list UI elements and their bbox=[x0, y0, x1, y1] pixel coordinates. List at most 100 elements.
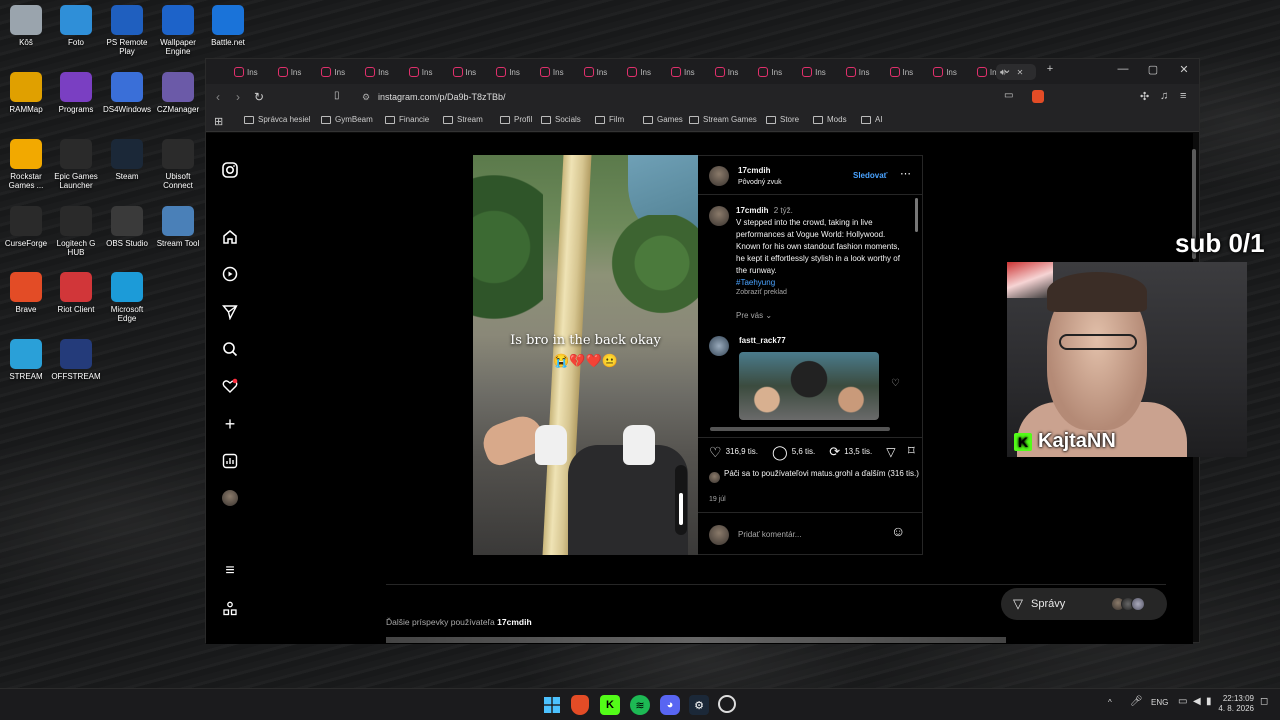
new-tab-button[interactable]: + bbox=[1041, 63, 1059, 75]
desktop-shortcut[interactable]: OBS Studio bbox=[101, 206, 153, 248]
bookmark-item[interactable]: Stream bbox=[443, 115, 483, 124]
author-username[interactable]: 17cmdih bbox=[738, 165, 770, 177]
browser-tab[interactable]: Ins bbox=[230, 64, 270, 80]
browser-tab[interactable]: Ins bbox=[274, 64, 314, 80]
desktop-shortcut[interactable]: Brave bbox=[0, 272, 52, 314]
desktop-shortcut[interactable]: CurseForge bbox=[0, 206, 52, 248]
more-options-icon[interactable]: ⋯ bbox=[900, 168, 911, 180]
close-tab-icon[interactable]: ✕ bbox=[1017, 68, 1024, 77]
bookmark-item[interactable]: Stream Games bbox=[689, 115, 757, 124]
browser-tab[interactable]: Ins bbox=[711, 64, 751, 80]
menu-icon[interactable]: ≡ bbox=[1180, 90, 1186, 102]
back-icon[interactable]: ‹ bbox=[216, 90, 220, 104]
start-button[interactable] bbox=[542, 695, 562, 715]
spotify-taskbar-icon[interactable]: ≋ bbox=[630, 695, 650, 715]
reload-icon[interactable]: ↻ bbox=[254, 90, 264, 104]
desktop-shortcut[interactable]: Kôš bbox=[0, 5, 52, 47]
browser-tab[interactable]: Ins bbox=[492, 64, 532, 80]
browser-tab[interactable]: Ins bbox=[361, 64, 401, 80]
like-button[interactable]: ♡ 316,9 tis. bbox=[709, 445, 758, 459]
comment-input[interactable]: Pridať komentár... bbox=[738, 529, 801, 541]
follow-button[interactable]: Sledovať bbox=[853, 170, 888, 182]
author-avatar[interactable] bbox=[709, 166, 729, 186]
browser-tab[interactable]: Ins bbox=[449, 64, 489, 80]
desktop-shortcut[interactable]: Ubisoft Connect bbox=[152, 139, 204, 190]
browser-tab[interactable]: Ins bbox=[929, 64, 969, 80]
site-info-icon[interactable]: ⚙ bbox=[362, 88, 370, 106]
suggested-username[interactable]: fastt_rack77 bbox=[739, 335, 786, 347]
bookmark-icon[interactable]: ▯ bbox=[334, 90, 340, 101]
suggested-post-image[interactable] bbox=[739, 352, 879, 420]
bookmark-item[interactable]: Socials bbox=[541, 115, 581, 124]
liked-by-text[interactable]: Páči sa to používateľovi matus.grohl a ď… bbox=[724, 468, 919, 479]
extensions-icon[interactable]: ✣ bbox=[1140, 90, 1149, 103]
profile-avatar[interactable] bbox=[221, 489, 239, 507]
more-menu-icon[interactable]: ≡ bbox=[221, 562, 239, 580]
notifications-icon[interactable]: ◻ bbox=[1260, 696, 1268, 707]
desktop-shortcut[interactable]: Microsoft Edge bbox=[101, 272, 153, 323]
desktop-shortcut[interactable]: Logitech G HUB bbox=[50, 206, 102, 257]
bookmark-item[interactable]: Store bbox=[766, 115, 799, 124]
bookmark-item[interactable]: GymBeam bbox=[321, 115, 373, 124]
audio-label[interactable]: Pôvodný zvuk bbox=[738, 177, 782, 189]
tab-search-icon[interactable]: ⌄ bbox=[998, 63, 1016, 76]
browser-tab[interactable]: Ins bbox=[886, 64, 926, 80]
more-posts-user[interactable]: 17cmdih bbox=[497, 617, 532, 627]
browser-tab[interactable]: Ins bbox=[580, 64, 620, 80]
translate-link[interactable]: Zobraziť preklad bbox=[736, 287, 787, 299]
direct-messages-icon[interactable] bbox=[221, 303, 239, 321]
apps-grid-icon[interactable]: ⊞ bbox=[214, 115, 223, 128]
desktop-shortcut[interactable]: CZManager bbox=[152, 72, 204, 114]
volume-slider[interactable] bbox=[675, 465, 687, 535]
desktop-shortcut[interactable]: Battle.net bbox=[202, 5, 254, 47]
desktop-shortcut[interactable]: Rockstar Games ... bbox=[0, 139, 52, 190]
language-indicator[interactable]: ENG bbox=[1151, 698, 1168, 707]
volume-icon[interactable]: ◀ bbox=[1193, 696, 1201, 707]
create-icon[interactable]: + bbox=[221, 414, 239, 434]
kick-taskbar-icon[interactable]: K bbox=[600, 695, 620, 715]
discord-taskbar-icon[interactable]: ◕ bbox=[660, 695, 680, 715]
home-icon[interactable] bbox=[221, 228, 239, 246]
forward-icon[interactable]: › bbox=[236, 90, 240, 104]
browser-tab[interactable]: Ins bbox=[623, 64, 663, 80]
brave-taskbar-icon[interactable] bbox=[571, 695, 589, 715]
desktop-shortcut[interactable]: Wallpaper Engine bbox=[152, 5, 204, 56]
url-field[interactable]: ⚙ instagram.com/p/Da9b-T8zTBb/ bbox=[358, 88, 1038, 106]
meta-apps-icon[interactable] bbox=[221, 600, 239, 618]
browser-tab[interactable]: Ins bbox=[317, 64, 357, 80]
browser-tab[interactable]: Ins bbox=[842, 64, 882, 80]
notifications-heart-icon[interactable] bbox=[221, 377, 239, 395]
comments-scrollbar[interactable] bbox=[915, 198, 918, 232]
caption-username[interactable]: 17cmdih bbox=[736, 206, 768, 215]
bookmark-item[interactable]: Games bbox=[643, 115, 683, 124]
browser-tab[interactable]: Ins bbox=[798, 64, 838, 80]
network-icon[interactable]: ▭ bbox=[1178, 696, 1187, 707]
bookmark-item[interactable]: Správca hesiel bbox=[244, 115, 310, 124]
comment-like-icon[interactable]: ♡ bbox=[891, 378, 900, 390]
bookmark-item[interactable]: Financie bbox=[385, 115, 429, 124]
bookmark-item[interactable]: Film bbox=[595, 115, 624, 124]
bookmark-item[interactable]: Mods bbox=[813, 115, 847, 124]
horizontal-scrollbar[interactable] bbox=[710, 427, 890, 431]
clock[interactable]: 22:13:09 4. 8. 2026 bbox=[1218, 694, 1254, 714]
more-posts-grid-preview[interactable] bbox=[386, 637, 1006, 643]
browser-tab[interactable]: Ins bbox=[754, 64, 794, 80]
desktop-shortcut[interactable]: STREAM bbox=[0, 339, 52, 381]
media-icon[interactable]: ♫ bbox=[1160, 90, 1168, 102]
bookmark-item[interactable]: Profil bbox=[500, 115, 532, 124]
dashboard-icon[interactable] bbox=[221, 452, 239, 470]
save-icon[interactable]: ⌑ bbox=[908, 444, 915, 457]
microphone-icon[interactable]: 🎤︎ bbox=[1130, 696, 1143, 707]
browser-tab[interactable]: Ins bbox=[667, 64, 707, 80]
desktop-shortcut[interactable]: OFFSTREAM bbox=[50, 339, 102, 381]
desktop-shortcut[interactable]: Foto bbox=[50, 5, 102, 47]
emoji-icon[interactable]: ☺ bbox=[891, 524, 905, 538]
search-icon[interactable] bbox=[221, 340, 239, 358]
tray-overflow-icon[interactable]: ^ bbox=[1108, 698, 1112, 707]
desktop-shortcut[interactable]: Epic Games Launcher bbox=[50, 139, 102, 190]
cast-icon[interactable]: ▭ bbox=[1004, 90, 1013, 101]
share-icon[interactable]: ▽ bbox=[886, 446, 895, 458]
minimize-button[interactable]: — bbox=[1114, 63, 1132, 75]
brave-shields-icon[interactable] bbox=[1032, 90, 1044, 103]
caption-avatar[interactable] bbox=[709, 206, 729, 226]
